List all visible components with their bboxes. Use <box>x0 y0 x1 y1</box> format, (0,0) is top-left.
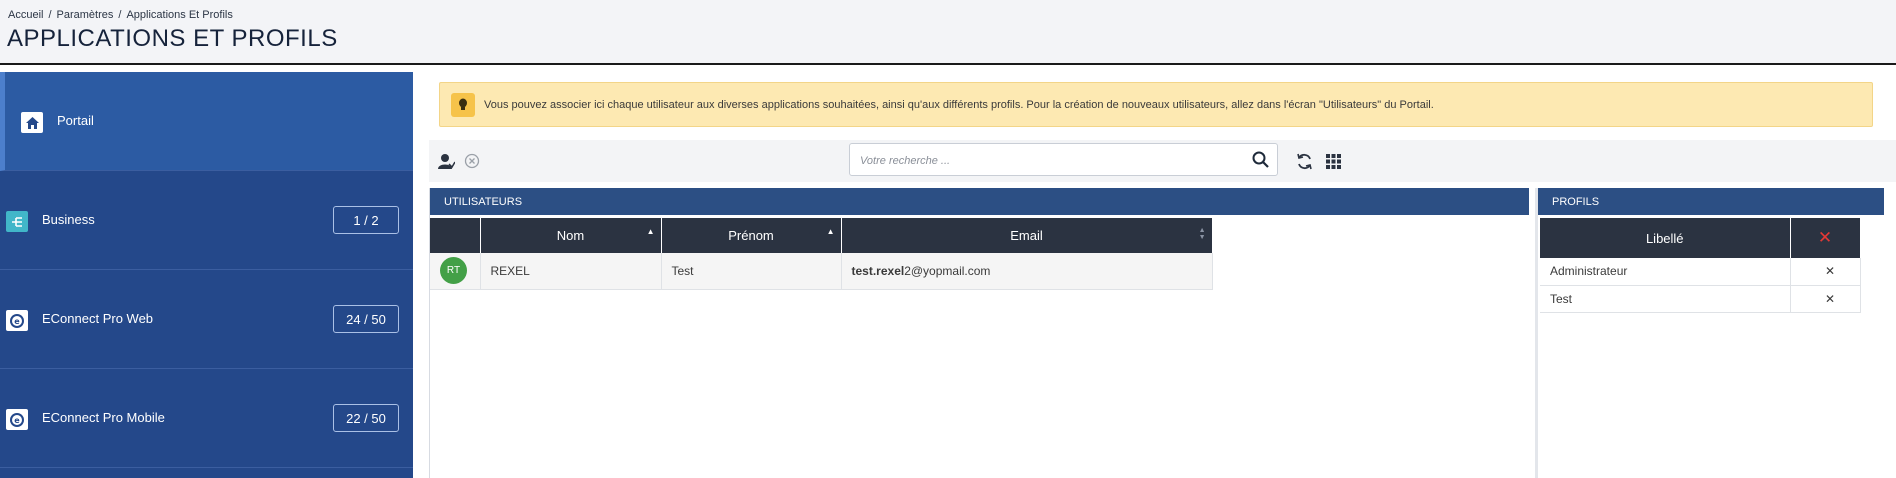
business-icon <box>6 211 28 232</box>
email-cell: test.rexel2@yopmail.com <box>841 253 1213 290</box>
page-header: Accueil / Paramètres / Applications Et Profi… <box>0 0 1896 65</box>
sidebar-item-label: EConnect Pro Mobile <box>42 410 165 425</box>
econnect-icon: e <box>6 409 28 430</box>
profiles-table: Libellé ✕ Administrateur ✕ Test ✕ <box>1540 218 1861 313</box>
toolbar <box>429 140 1896 182</box>
table-row[interactable]: Test ✕ <box>1540 285 1861 313</box>
breadcrumb-current: Applications Et Profils <box>126 9 233 21</box>
svg-text:e: e <box>14 416 20 425</box>
email-rest: 2@yopmail.com <box>904 263 991 278</box>
sidebar-item-business[interactable]: Business 1 / 2 <box>0 171 413 270</box>
grid-icon <box>1325 153 1341 169</box>
sidebar: Portail Business 1 / 2 e EConnect Pro We… <box>0 72 413 478</box>
profile-label: Test <box>1540 285 1791 313</box>
home-icon <box>21 112 43 133</box>
search-box <box>849 143 1278 176</box>
license-count-badge: 24 / 50 <box>333 305 399 333</box>
sidebar-item-label: EConnect Pro Web <box>42 311 154 326</box>
assign-user-button[interactable] <box>433 148 459 174</box>
column-label: Email <box>1010 228 1043 243</box>
sidebar-item-econnect-pro-web[interactable]: e EConnect Pro Web 24 / 50 <box>0 270 413 369</box>
sidebar-item-econnect-pro-mobile[interactable]: e EConnect Pro Mobile 22 / 50 <box>0 369 413 468</box>
license-count-badge: 22 / 50 <box>333 404 399 432</box>
info-text: Vous pouvez associer ici chaque utilisat… <box>484 99 1434 111</box>
column-header-prenom[interactable]: Prénom ▲ <box>661 218 842 253</box>
remove-profile-icon[interactable]: ✕ <box>1790 285 1861 313</box>
table-row[interactable]: RT REXEL Test test.rexel2@yopmail.com <box>430 253 1213 290</box>
clear-selection-button[interactable] <box>459 148 485 174</box>
remove-profile-icon[interactable]: ✕ <box>1790 258 1861 286</box>
users-panel: UTILISATEURS Nom ▲ Prénom ▲ Email ▲ ▼ RT REX… <box>429 188 1529 478</box>
profile-label: Administrateur <box>1540 258 1791 286</box>
column-header-email[interactable]: Email ▲ ▼ <box>841 218 1213 253</box>
users-table: Nom ▲ Prénom ▲ Email ▲ ▼ RT REXEL Test test.… <box>430 218 1213 290</box>
avatar: RT <box>440 257 467 285</box>
profiles-panel-title: PROFILS <box>1538 188 1884 215</box>
econnect-icon: e <box>6 310 28 331</box>
breadcrumb-home[interactable]: Accueil <box>8 9 43 21</box>
sidebar-item-label: Portail <box>57 113 94 128</box>
license-count-badge: 1 / 2 <box>333 206 399 234</box>
breadcrumb-settings[interactable]: Paramètres <box>57 9 114 21</box>
table-row[interactable]: Administrateur ✕ <box>1540 258 1861 286</box>
grid-view-button[interactable] <box>1320 148 1346 174</box>
avatar-column-header <box>430 218 481 253</box>
search-icon[interactable] <box>1252 151 1269 173</box>
profiles-panel: PROFILS Libellé ✕ Administrateur ✕ Test … <box>1535 188 1884 478</box>
avatar-cell: RT <box>430 253 481 290</box>
nom-cell: REXEL <box>480 253 662 290</box>
circle-x-icon <box>464 153 480 169</box>
sort-asc-icon: ▲ <box>826 227 835 236</box>
column-header-nom[interactable]: Nom ▲ <box>480 218 662 253</box>
remove-all-header[interactable]: ✕ <box>1790 218 1861 258</box>
close-icon[interactable]: ✕ <box>1818 228 1832 247</box>
refresh-button[interactable] <box>1291 148 1317 174</box>
search-input[interactable] <box>860 152 1240 170</box>
sidebar-item-label: Business <box>42 212 95 227</box>
page-title: APPLICATIONS ET PROFILS <box>7 25 338 52</box>
email-highlight: test.rexel <box>851 263 905 278</box>
column-label: Libellé <box>1645 230 1684 246</box>
users-panel-title: UTILISATEURS <box>430 188 1529 215</box>
refresh-icon <box>1296 153 1312 169</box>
info-banner: Vous pouvez associer ici chaque utilisat… <box>439 82 1873 127</box>
prenom-cell: Test <box>661 253 842 290</box>
column-label: Nom <box>556 228 585 243</box>
svg-text:e: e <box>14 317 20 326</box>
sort-icon: ▲ ▼ <box>1198 227 1206 241</box>
sidebar-item-portail[interactable]: Portail <box>0 72 413 171</box>
lightbulb-icon <box>451 93 475 117</box>
user-assign-icon <box>438 154 455 169</box>
sort-asc-icon: ▲ <box>646 227 655 236</box>
breadcrumb: Accueil / Paramètres / Applications Et Profi… <box>8 9 233 21</box>
column-header-libelle[interactable]: Libellé <box>1540 218 1791 258</box>
column-label: Prénom <box>728 228 774 243</box>
